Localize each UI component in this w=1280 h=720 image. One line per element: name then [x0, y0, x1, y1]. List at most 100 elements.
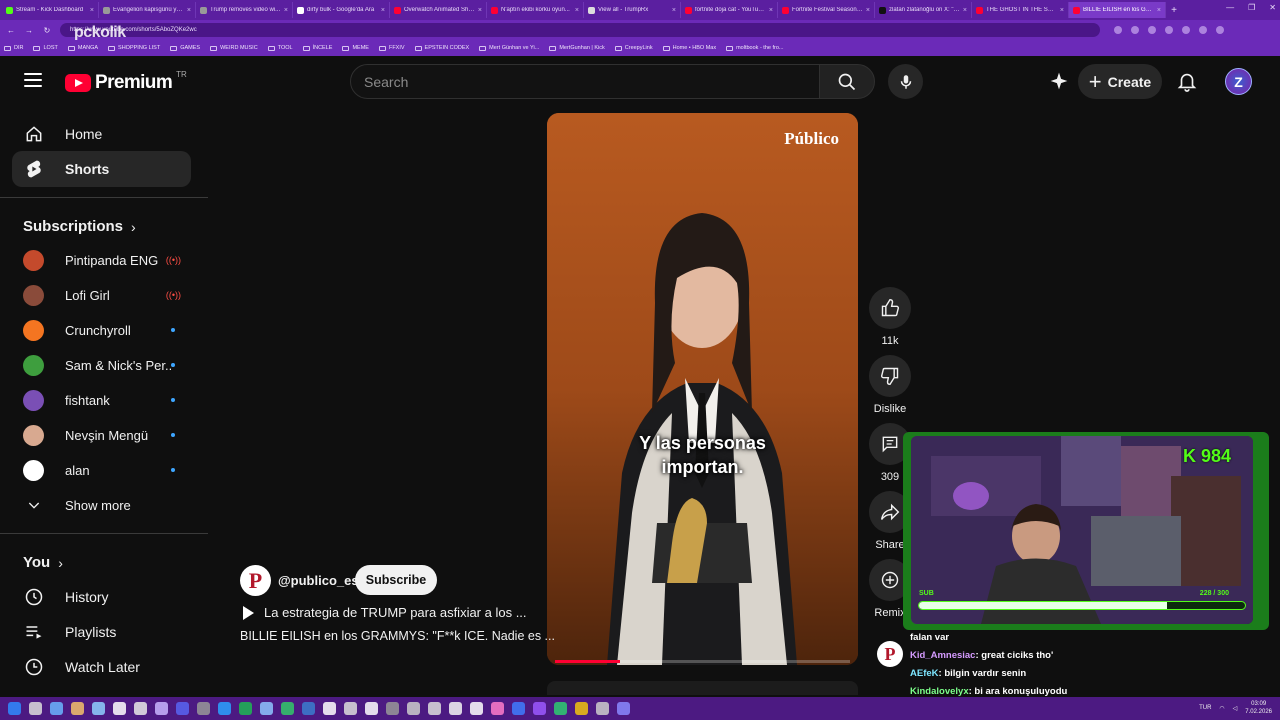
taskbar-app-icon[interactable]: [491, 702, 504, 715]
taskbar-app-icon[interactable]: [617, 702, 630, 715]
taskbar-app-icon[interactable]: [197, 702, 210, 715]
close-window-button[interactable]: ✕: [1269, 3, 1276, 12]
browser-tab[interactable]: BILLIE EILISH en los GRA... ×: [1069, 2, 1166, 18]
taskbar-app-icon[interactable]: [323, 702, 336, 715]
close-tab-icon[interactable]: ×: [1157, 7, 1161, 14]
sidebar-subscription[interactable]: Pintipanda ENG ((•)): [12, 243, 191, 277]
bookmark-item[interactable]: LOST: [33, 45, 58, 51]
taskbar-app-icon[interactable]: [92, 702, 105, 715]
bookmark-item[interactable]: FFXIV: [378, 45, 405, 51]
show-more-button[interactable]: Show more: [12, 488, 191, 522]
sidebar-subscription[interactable]: alan: [12, 453, 191, 487]
taskbar-app-icon[interactable]: [596, 702, 609, 715]
taskbar-app-icon[interactable]: [575, 702, 588, 715]
url-input[interactable]: https://www.youtube.com/shorts/5AboZQKe2…: [60, 23, 1100, 37]
bookmark-item[interactable]: TOOL: [267, 45, 293, 51]
sidebar-subscription[interactable]: Nevşin Mengü: [12, 418, 191, 452]
new-tab-button[interactable]: +: [1166, 5, 1182, 16]
maximize-button[interactable]: ❐: [1248, 3, 1255, 12]
playlist-link[interactable]: La estrategia de TRUMP para asfixiar a l…: [243, 605, 527, 620]
ask-ai-button[interactable]: [1048, 70, 1070, 92]
close-tab-icon[interactable]: ×: [1060, 7, 1064, 14]
bookmark-item[interactable]: moltbook - the fro...: [726, 45, 783, 51]
browser-tab[interactable]: Trump removes video wi... ×: [196, 2, 293, 18]
taskbar-app-icon[interactable]: [428, 702, 441, 715]
browser-tab[interactable]: Evangelion kapisgünü yer... ×: [99, 2, 196, 18]
extension-icon[interactable]: [1199, 26, 1207, 34]
taskbar-app-icon[interactable]: [239, 702, 252, 715]
sidebar-subscription[interactable]: Lofi Girl ((•)): [12, 278, 191, 312]
forward-icon[interactable]: →: [22, 23, 36, 37]
taskbar-app-icon[interactable]: [386, 702, 399, 715]
bookmark-item[interactable]: MEME: [342, 45, 369, 51]
taskbar-app-icon[interactable]: [29, 702, 42, 715]
close-tab-icon[interactable]: ×: [963, 7, 967, 14]
close-tab-icon[interactable]: ×: [187, 7, 191, 14]
taskbar-app-icon[interactable]: [8, 702, 21, 715]
taskbar-app-icon[interactable]: [50, 702, 63, 715]
reload-icon[interactable]: ↻: [40, 23, 54, 37]
close-tab-icon[interactable]: ×: [90, 7, 94, 14]
bookmark-item[interactable]: MertGunhan | Kick: [549, 45, 605, 51]
sidebar-item-playlists[interactable]: Playlists: [12, 614, 191, 650]
minimize-button[interactable]: —: [1226, 3, 1234, 12]
subscribe-button[interactable]: Subscribe: [355, 565, 437, 595]
browser-tab[interactable]: zlatan zlatanoğlu on X: "s... ×: [875, 2, 972, 18]
browser-tab[interactable]: dirty bulk - Google'da Ara ×: [293, 2, 390, 18]
taskbar-app-icon[interactable]: [449, 702, 462, 715]
extension-icon[interactable]: [1148, 26, 1156, 34]
taskbar-app-icon[interactable]: [470, 702, 483, 715]
sidebar-item-home[interactable]: Home: [12, 116, 191, 152]
browser-tab[interactable]: THE GHOST IN THE SHELL...×: [972, 2, 1069, 18]
taskbar-app-icon[interactable]: [281, 702, 294, 715]
taskbar-app-icon[interactable]: [176, 702, 189, 715]
extension-icon[interactable]: [1182, 26, 1190, 34]
taskbar-app-icon[interactable]: [533, 702, 546, 715]
close-tab-icon[interactable]: ×: [575, 7, 579, 14]
clock[interactable]: 03:09 7.02.2026: [1245, 700, 1272, 716]
chat-username[interactable]: AEfeK: [910, 668, 939, 679]
menu-icon[interactable]: [24, 73, 42, 87]
taskbar-app-icon[interactable]: [71, 702, 84, 715]
taskbar-app-icon[interactable]: [260, 702, 273, 715]
volume-icon[interactable]: ◁: [1233, 705, 1238, 712]
extension-icon[interactable]: [1131, 26, 1139, 34]
taskbar-app-icon[interactable]: [365, 702, 378, 715]
sidebar-item-shorts[interactable]: Shorts: [12, 151, 191, 187]
taskbar-app-icon[interactable]: [302, 702, 315, 715]
taskbar-app-icon[interactable]: [512, 702, 525, 715]
taskbar-app-icon[interactable]: [134, 702, 147, 715]
like-button[interactable]: 11k: [866, 287, 914, 347]
taskbar-app-icon[interactable]: [155, 702, 168, 715]
sidebar-subscription[interactable]: Crunchyroll: [12, 313, 191, 347]
taskbar-app-icon[interactable]: [344, 702, 357, 715]
sidebar-item-history[interactable]: History: [12, 579, 191, 615]
bookmark-item[interactable]: Mert Günhan ve Yi...: [479, 45, 539, 51]
dislike-button[interactable]: Dislike: [866, 355, 914, 415]
bookmark-item[interactable]: İNCELE: [302, 45, 332, 51]
bookmark-item[interactable]: WEIRD MUSIC: [210, 45, 258, 51]
bookmark-item[interactable]: DIR: [4, 45, 23, 51]
sidebar-subscription[interactable]: fishtank: [12, 383, 191, 417]
voice-search-button[interactable]: [888, 64, 923, 99]
sidebar-item-watch-later[interactable]: Watch Later: [12, 649, 191, 685]
notifications-button[interactable]: [1176, 70, 1198, 92]
taskbar-app-icon[interactable]: [407, 702, 420, 715]
subscriptions-heading[interactable]: Subscriptions ›: [23, 218, 136, 235]
you-heading[interactable]: You ›: [23, 554, 63, 571]
bookmark-item[interactable]: GAMES: [170, 45, 200, 51]
bookmark-item[interactable]: SHOPPING LIST: [108, 45, 160, 51]
browser-tab[interactable]: Fortnite Festival Season 1... ×: [778, 2, 875, 18]
create-button[interactable]: + Create: [1078, 64, 1162, 99]
search-input[interactable]: Search: [350, 64, 820, 99]
close-tab-icon[interactable]: ×: [478, 7, 482, 14]
language-indicator[interactable]: TUR: [1199, 705, 1211, 711]
close-tab-icon[interactable]: ×: [381, 7, 385, 14]
browser-tab[interactable]: Overwatch Animated Sho... ×: [390, 2, 487, 18]
back-icon[interactable]: ←: [4, 23, 18, 37]
channel-avatar[interactable]: P: [240, 565, 271, 596]
profile-icon[interactable]: [1216, 26, 1224, 34]
search-button[interactable]: [819, 64, 875, 99]
browser-tab[interactable]: Stream - Kick Dashboard ×: [2, 2, 99, 18]
channel-handle[interactable]: @publico_es: [278, 573, 359, 588]
